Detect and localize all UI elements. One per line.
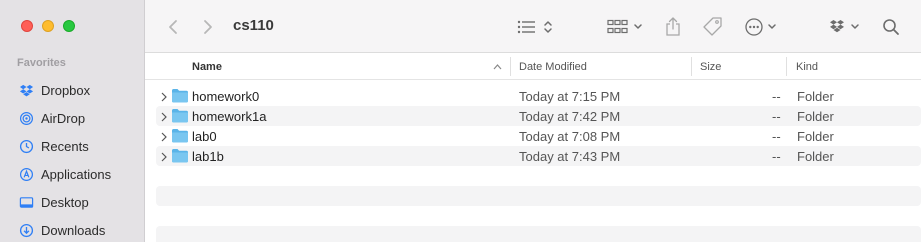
sidebar-item-downloads[interactable]: Downloads — [0, 216, 145, 242]
disclosure-triangle-icon[interactable] — [161, 110, 167, 125]
sidebar: Favorites Dropbox AirDrop Recents Applic… — [0, 0, 145, 242]
finder-window: Favorites Dropbox AirDrop Recents Applic… — [0, 0, 921, 242]
sidebar-item-applications[interactable]: Applications — [0, 160, 145, 188]
column-divider[interactable] — [691, 57, 692, 76]
share-icon — [666, 17, 680, 36]
file-size: -- — [772, 129, 781, 144]
file-date: Today at 7:08 PM — [519, 129, 621, 144]
column-divider[interactable] — [786, 57, 787, 76]
applications-icon — [19, 167, 34, 182]
desktop-icon — [19, 195, 34, 210]
file-kind: Folder — [797, 129, 834, 144]
sidebar-section-favorites: Favorites — [17, 57, 66, 69]
minimize-window-button[interactable] — [42, 20, 54, 32]
column-date-header[interactable]: Date Modified — [519, 53, 587, 80]
column-divider[interactable] — [510, 57, 511, 76]
downloads-icon — [19, 223, 34, 238]
file-date: Today at 7:43 PM — [519, 149, 621, 164]
column-kind-header[interactable]: Kind — [796, 53, 818, 80]
main-area: cs110 Name Date Modified Size Kind homew… — [145, 0, 921, 242]
folder-icon — [171, 128, 189, 146]
sidebar-item-desktop[interactable]: Desktop — [0, 188, 145, 216]
file-name: homework0 — [192, 89, 260, 104]
file-name: homework1a — [192, 109, 267, 124]
file-size: -- — [772, 109, 781, 124]
sidebar-item-dropbox[interactable]: Dropbox — [0, 76, 145, 104]
folder-icon — [171, 88, 189, 106]
file-name: lab1b — [192, 149, 224, 164]
sidebar-item-label: Dropbox — [41, 82, 91, 98]
share-button[interactable] — [663, 15, 683, 39]
table-row[interactable]: homework1a Today at 7:42 PM -- Folder — [156, 106, 921, 126]
sidebar-item-label: Downloads — [41, 222, 106, 238]
empty-row — [156, 186, 921, 206]
chevron-right-icon — [204, 20, 212, 34]
sort-ascending-icon — [493, 61, 502, 73]
file-list: homework0 Today at 7:15 PM -- Folder hom… — [156, 86, 921, 166]
file-kind: Folder — [797, 149, 834, 164]
chevron-left-icon — [169, 20, 177, 34]
file-size: -- — [772, 149, 781, 164]
sidebar-item-label: Applications — [41, 166, 112, 182]
folder-icon — [171, 148, 189, 166]
view-as-list-button[interactable] — [517, 15, 555, 39]
more-icon — [745, 18, 776, 36]
toolbar: cs110 — [145, 0, 921, 53]
dropbox-icon — [830, 20, 859, 33]
forward-button[interactable] — [200, 15, 216, 39]
disclosure-triangle-icon[interactable] — [161, 150, 167, 165]
table-row[interactable]: lab0 Today at 7:08 PM -- Folder — [156, 126, 921, 146]
folder-icon — [171, 108, 189, 126]
column-size-header[interactable]: Size — [700, 53, 721, 80]
tags-button[interactable] — [701, 15, 725, 39]
group-button[interactable] — [607, 15, 645, 39]
sidebar-item-label: Desktop — [41, 194, 89, 210]
search-icon — [883, 19, 899, 35]
column-header: Name Date Modified Size Kind — [145, 53, 921, 80]
file-kind: Folder — [797, 109, 834, 124]
window-controls — [21, 20, 75, 32]
file-date: Today at 7:15 PM — [519, 89, 621, 104]
sidebar-list: Dropbox AirDrop Recents Applications Des… — [0, 76, 145, 242]
empty-row — [156, 226, 921, 242]
disclosure-triangle-icon[interactable] — [161, 130, 167, 145]
column-name-header[interactable]: Name — [192, 53, 222, 80]
list-view-icon — [517, 20, 552, 34]
sidebar-item-label: Recents — [41, 138, 89, 154]
sidebar-item-recents[interactable]: Recents — [0, 132, 145, 160]
back-button[interactable] — [165, 15, 181, 39]
disclosure-triangle-icon[interactable] — [161, 90, 167, 105]
tag-icon — [703, 17, 722, 36]
file-size: -- — [772, 89, 781, 104]
sidebar-item-label: AirDrop — [41, 110, 86, 126]
dropbox-icon — [19, 83, 34, 98]
file-kind: Folder — [797, 89, 834, 104]
grid-icon — [607, 19, 642, 34]
table-row[interactable]: lab1b Today at 7:43 PM -- Folder — [156, 146, 921, 166]
dropbox-menu-button[interactable] — [829, 15, 865, 39]
folder-title: cs110 — [233, 17, 274, 34]
sidebar-item-airdrop[interactable]: AirDrop — [0, 104, 145, 132]
table-row[interactable]: homework0 Today at 7:15 PM -- Folder — [156, 86, 921, 106]
file-name: lab0 — [192, 129, 217, 144]
action-menu-button[interactable] — [744, 15, 780, 39]
close-window-button[interactable] — [21, 20, 33, 32]
search-button[interactable] — [881, 15, 901, 39]
recents-icon — [19, 139, 34, 154]
airdrop-icon — [19, 111, 34, 126]
zoom-window-button[interactable] — [63, 20, 75, 32]
file-date: Today at 7:42 PM — [519, 109, 621, 124]
